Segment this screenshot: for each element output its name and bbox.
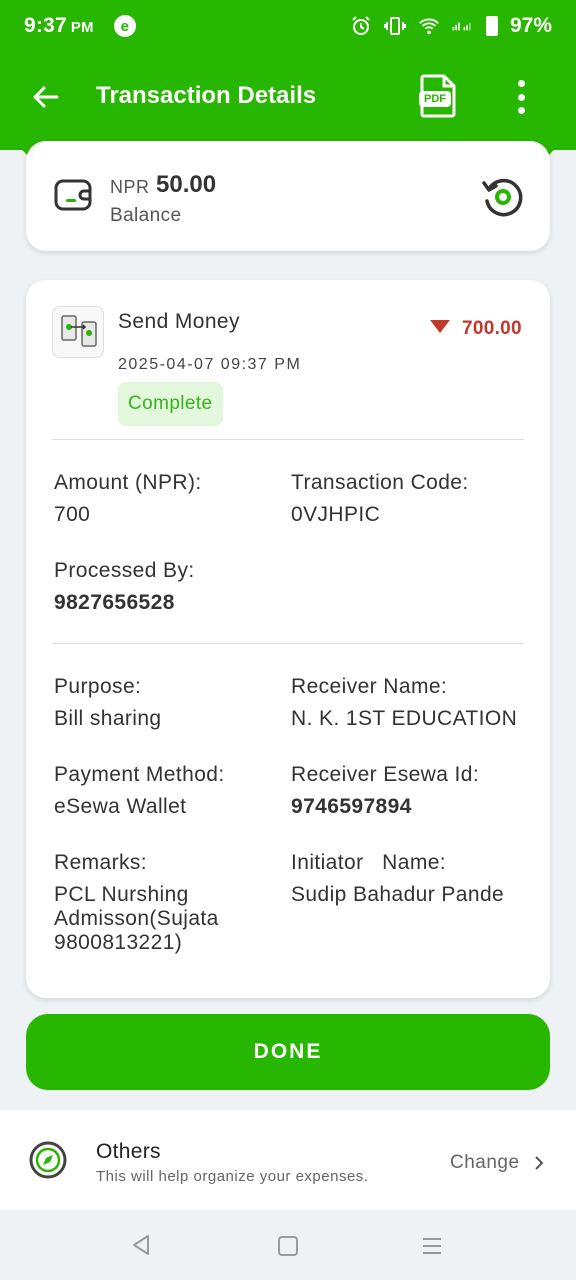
system-nav-bar bbox=[0, 1210, 576, 1280]
compass-icon bbox=[29, 1141, 67, 1179]
transaction-code-label: Transaction Code: bbox=[291, 471, 469, 494]
purpose-value: Bill sharing bbox=[54, 707, 162, 730]
send-money-icon bbox=[52, 306, 104, 358]
change-label: Change bbox=[450, 1152, 520, 1173]
app-bar: Transaction Details PDF bbox=[0, 52, 576, 142]
refresh-balance-button[interactable] bbox=[480, 175, 526, 219]
transaction-amount: 700.00 bbox=[462, 318, 522, 339]
signal-icon bbox=[452, 15, 474, 37]
status-time: 9:37 PM bbox=[24, 14, 94, 37]
wifi-icon bbox=[418, 15, 440, 37]
processed-by-value: 9827656528 bbox=[54, 591, 175, 614]
balance-amount: 50.00 bbox=[156, 171, 217, 198]
purpose-label: Purpose: bbox=[54, 675, 142, 698]
category-title: Others bbox=[96, 1140, 161, 1163]
receiver-name-label: Receiver Name: bbox=[291, 675, 448, 698]
transaction-code-value: 0VJHPIC bbox=[291, 503, 381, 526]
receiver-esewa-id-value: 9746597894 bbox=[291, 795, 412, 818]
balance-card: NPR 50.00 Balance bbox=[26, 141, 550, 251]
remarks-value: PCL Nurshing Admisson(Sujata 9800813221) bbox=[54, 883, 219, 954]
status-icons: 97% bbox=[350, 14, 552, 38]
payment-method-label: Payment Method: bbox=[54, 763, 225, 786]
alarm-icon bbox=[350, 15, 372, 37]
transaction-card: Send Money 2025-04-07 09:37 PM Complete … bbox=[26, 280, 550, 998]
more-options-button[interactable] bbox=[506, 78, 536, 116]
payment-method-field: Payment Method: eSewa Wallet bbox=[54, 762, 284, 819]
nav-home-icon[interactable] bbox=[278, 1236, 298, 1256]
remarks-label: Remarks: bbox=[54, 851, 148, 874]
receiver-esewa-id-label: Receiver Esewa Id: bbox=[291, 763, 480, 786]
balance-label: Balance bbox=[110, 205, 182, 226]
receiver-name-field: Receiver Name: N. K. 1ST EDUCATION bbox=[291, 674, 541, 731]
back-button[interactable] bbox=[28, 80, 62, 114]
amount-value: 700 bbox=[54, 503, 91, 526]
esewa-notification-icon: e bbox=[113, 15, 136, 37]
amount-field: Amount (NPR): 700 bbox=[54, 470, 284, 527]
more-dot-icon bbox=[517, 107, 525, 114]
initiator-name-label: Initiator Name: bbox=[291, 851, 447, 874]
battery-icon bbox=[485, 16, 498, 36]
service-name: Send Money bbox=[118, 310, 240, 333]
more-dot-icon bbox=[517, 80, 525, 87]
receiver-esewa-id-field: Receiver Esewa Id: 9746597894 bbox=[291, 762, 541, 819]
transaction-code-field: Transaction Code: 0VJHPIC bbox=[291, 470, 521, 527]
done-button[interactable]: DONE bbox=[26, 1014, 550, 1090]
vibrate-icon bbox=[383, 15, 406, 37]
initiator-name-field: Initiator Name: Sudip Bahadur Pande bbox=[291, 850, 541, 907]
status-badge: Complete bbox=[118, 382, 223, 426]
payment-method-value: eSewa Wallet bbox=[54, 795, 187, 818]
nav-recents-icon[interactable] bbox=[422, 1236, 442, 1256]
page-title: Transaction Details bbox=[96, 82, 317, 109]
purpose-field: Purpose: Bill sharing bbox=[54, 674, 284, 731]
download-pdf-button[interactable]: PDF bbox=[418, 74, 458, 118]
change-category-button[interactable]: Change bbox=[450, 1152, 544, 1174]
pdf-icon-label: PDF bbox=[424, 93, 446, 105]
more-dot-icon bbox=[517, 93, 525, 101]
balance-currency: NPR bbox=[110, 177, 150, 197]
divider bbox=[52, 439, 524, 440]
status-time-suffix: PM bbox=[70, 19, 94, 36]
wallet-icon bbox=[54, 179, 92, 211]
processed-by-label: Processed By: bbox=[54, 559, 195, 582]
initiator-name-value: Sudip Bahadur Pande bbox=[291, 883, 505, 906]
divider bbox=[52, 643, 524, 644]
remarks-field: Remarks: PCL Nurshing Admisson(Sujata 98… bbox=[54, 850, 254, 955]
amount-label: Amount (NPR): bbox=[54, 471, 202, 494]
chevron-right-icon bbox=[534, 1156, 543, 1170]
receiver-name-value: N. K. 1ST EDUCATION bbox=[291, 707, 518, 730]
transaction-datetime: 2025-04-07 09:37 PM bbox=[118, 356, 302, 373]
processed-by-field: Processed By: 9827656528 bbox=[54, 558, 284, 615]
debit-arrow-icon bbox=[430, 320, 450, 333]
expense-category-strip: Others This will help organize your expe… bbox=[0, 1110, 576, 1210]
category-subtitle: This will help organize your expenses. bbox=[96, 1168, 369, 1185]
battery-percentage: 97% bbox=[509, 14, 552, 37]
status-bar: 9:37 PM e 97% bbox=[0, 0, 576, 52]
nav-back-icon[interactable] bbox=[130, 1234, 152, 1256]
arrow-left-icon bbox=[33, 86, 59, 108]
